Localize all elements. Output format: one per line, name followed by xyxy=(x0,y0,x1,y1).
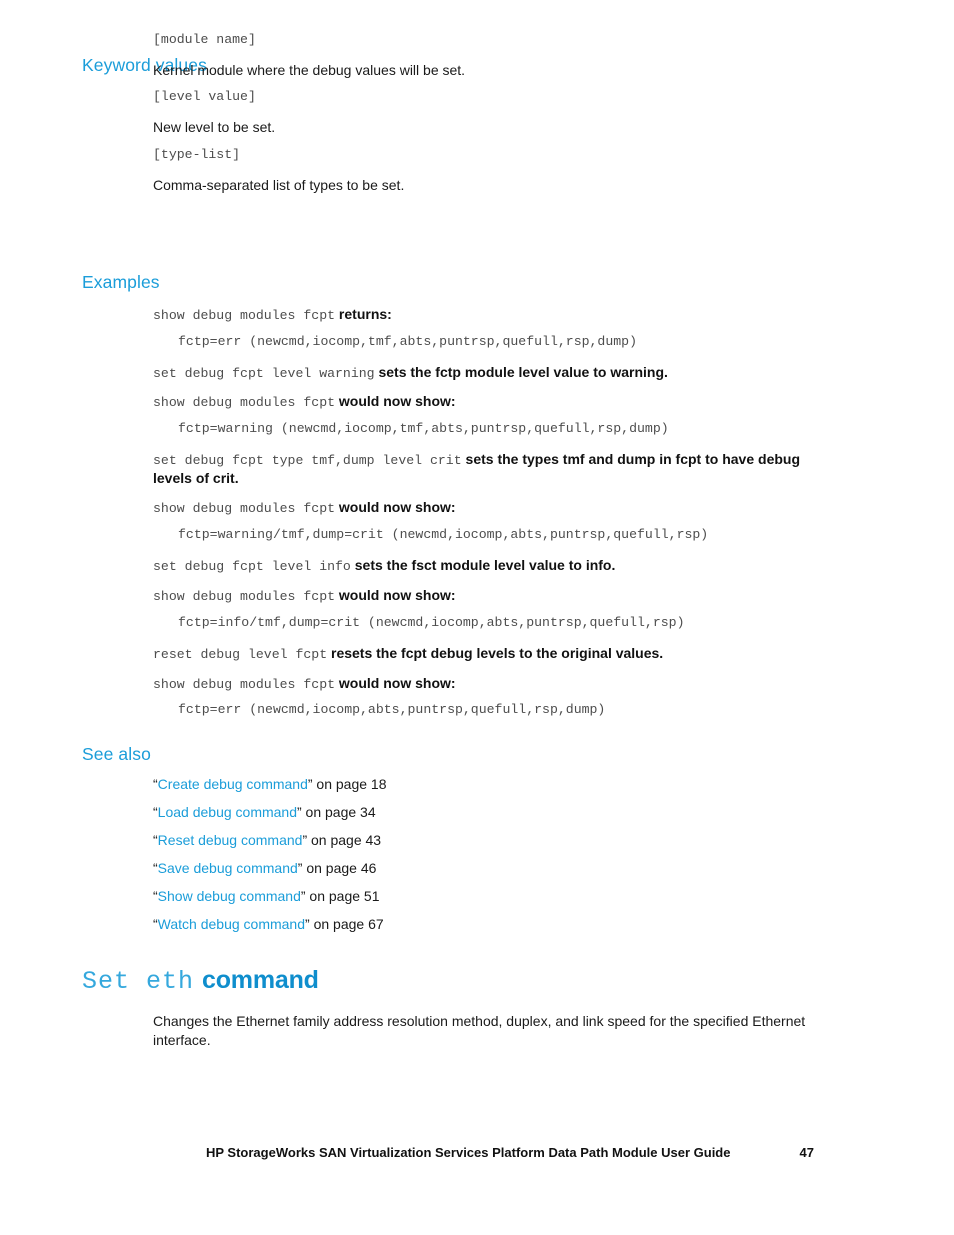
example-explanation: sets the fsct module level value to info… xyxy=(350,557,616,573)
keyword-description: Comma-separated list of types to be set. xyxy=(153,177,405,193)
example-explanation: would now show: xyxy=(335,393,456,409)
keyword-term: [level value] xyxy=(153,89,256,104)
example-command: show debug modules fcpt xyxy=(153,677,336,692)
footer-page-number: 47 xyxy=(799,1145,814,1160)
example-explanation: would now show: xyxy=(335,499,456,515)
page-reference: on page 43 xyxy=(307,832,382,848)
see-also-item[interactable]: “Create debug command” on page 18 xyxy=(153,776,387,792)
example-output: fctp=info/tmf,dump=crit (newcmd,iocomp,a… xyxy=(178,615,685,630)
example-command: set debug fcpt level info xyxy=(153,559,351,574)
example-line: show debug modules fcpt would now show: xyxy=(153,586,825,605)
example-explanation: returns: xyxy=(335,306,392,322)
example-output: fctp=warning (newcmd,iocomp,tmf,abts,pun… xyxy=(178,421,669,436)
see-also-item[interactable]: “Show debug command” on page 51 xyxy=(153,888,380,904)
see-also-item[interactable]: “Watch debug command” on page 67 xyxy=(153,916,384,932)
example-line: show debug modules fcpt would now show: xyxy=(153,674,825,693)
see-also-item[interactable]: “Load debug command” on page 34 xyxy=(153,804,376,820)
footer-title: HP StorageWorks SAN Virtualization Servi… xyxy=(206,1145,731,1160)
heading-set-eth-command: Set eth command xyxy=(82,966,319,996)
example-line: set debug fcpt level warning sets the fc… xyxy=(153,363,825,382)
page-reference: on page 67 xyxy=(309,916,384,932)
link-load-debug-command[interactable]: Load debug command xyxy=(158,804,297,820)
example-command: reset debug level fcpt xyxy=(153,647,328,662)
page-reference: on page 51 xyxy=(305,888,380,904)
example-explanation: resets the fcpt debug levels to the orig… xyxy=(327,645,664,661)
set-eth-description: Changes the Ethernet family address reso… xyxy=(153,1013,806,1048)
link-create-debug-command[interactable]: Create debug command xyxy=(158,776,308,792)
see-also-item[interactable]: “Reset debug command” on page 43 xyxy=(153,832,381,848)
example-command: show debug modules fcpt xyxy=(153,395,336,410)
example-line: show debug modules fcpt returns: xyxy=(153,305,825,324)
keyword-description: Kernel module where the debug values wil… xyxy=(153,62,466,78)
example-command: set debug fcpt type tmf,dump level crit xyxy=(153,453,462,468)
keyword-term: [type-list] xyxy=(153,147,241,162)
example-line: reset debug level fcpt resets the fcpt d… xyxy=(153,644,825,663)
example-explanation: sets the fctp module level value to warn… xyxy=(374,364,668,380)
example-command: show debug modules fcpt xyxy=(153,501,336,516)
example-output: fctp=warning/tmf,dump=crit (newcmd,iocom… xyxy=(178,527,709,542)
page-reference: on page 18 xyxy=(312,776,387,792)
page-reference: on page 46 xyxy=(302,860,377,876)
document-page: Keyword values [module name] Kernel modu… xyxy=(0,0,954,1235)
example-explanation: would now show: xyxy=(335,587,456,603)
link-reset-debug-command[interactable]: Reset debug command xyxy=(158,832,303,848)
link-show-debug-command[interactable]: Show debug command xyxy=(158,888,301,904)
keyword-description: New level to be set. xyxy=(153,119,276,135)
example-command: show debug modules fcpt xyxy=(153,308,336,323)
heading-examples: Examples xyxy=(82,272,160,292)
heading-see-also: See also xyxy=(82,744,151,764)
command-word: command xyxy=(202,966,319,994)
see-also-item[interactable]: “Save debug command” on page 46 xyxy=(153,860,376,876)
example-command: set debug fcpt level warning xyxy=(153,366,375,381)
example-line: set debug fcpt type tmf,dump level crit … xyxy=(153,450,825,488)
page-reference: on page 34 xyxy=(301,804,376,820)
example-line: show debug modules fcpt would now show: xyxy=(153,392,825,411)
example-explanation: would now show: xyxy=(335,675,456,691)
example-line: set debug fcpt level info sets the fsct … xyxy=(153,556,825,575)
link-save-debug-command[interactable]: Save debug command xyxy=(158,860,298,876)
keyword-term: [module name] xyxy=(153,32,256,47)
example-line: show debug modules fcpt would now show: xyxy=(153,498,825,517)
link-watch-debug-command[interactable]: Watch debug command xyxy=(158,916,305,932)
example-output: fctp=err (newcmd,iocomp,tmf,abts,puntrsp… xyxy=(178,334,637,349)
example-command: show debug modules fcpt xyxy=(153,589,336,604)
command-name: Set eth xyxy=(82,967,195,996)
example-output: fctp=err (newcmd,iocomp,abts,puntrsp,que… xyxy=(178,702,606,717)
